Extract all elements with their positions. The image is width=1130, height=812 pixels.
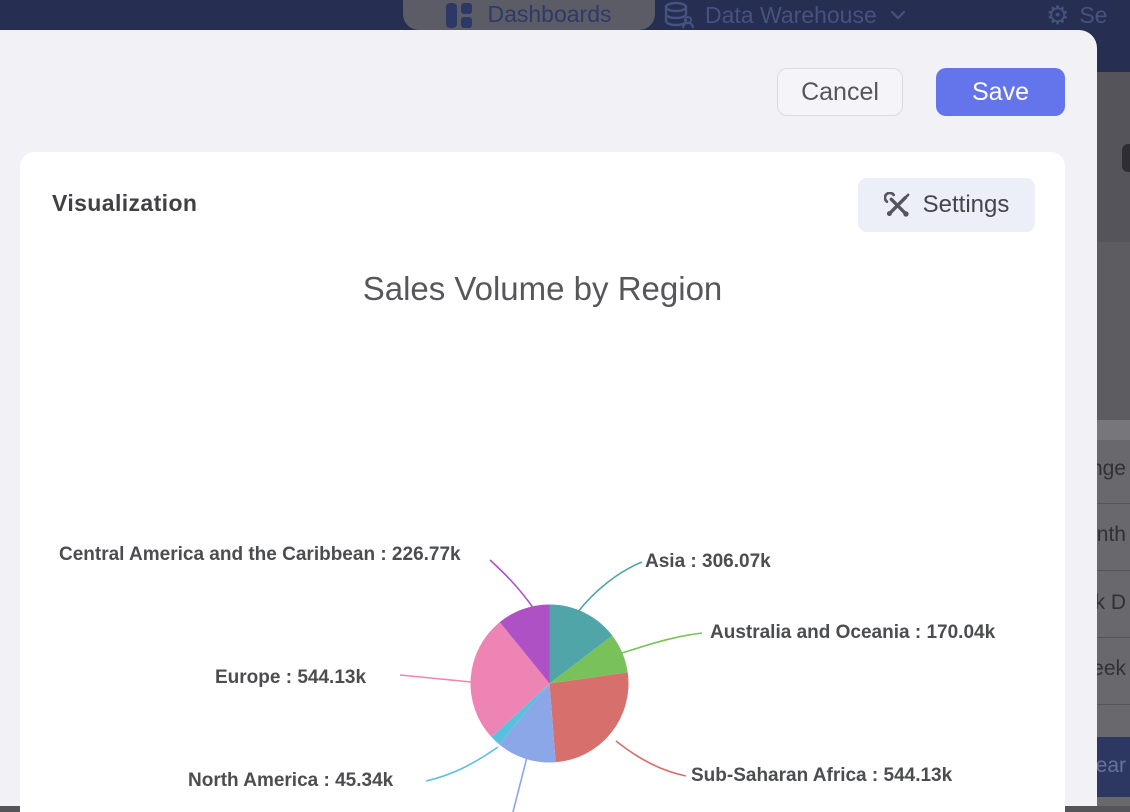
pie-label: Sub-Saharan Africa : 544.13k: [691, 764, 952, 787]
pie-leader-line: [400, 675, 471, 682]
pie-label: Central America and the Caribbean : 226.…: [59, 543, 477, 566]
nav-item-data-warehouse-label: Data Warehouse: [705, 2, 877, 29]
pie-slice[interactable]: [550, 672, 629, 762]
background-dark-button-edge: [1122, 144, 1130, 172]
pie-label: North America : 45.34k: [188, 769, 393, 792]
nav-item-settings-partial-label: Se: [1079, 2, 1107, 29]
visualization-card: Visualization Settings Sales Volume by R…: [20, 152, 1065, 812]
pie-leader-line: [490, 560, 534, 609]
screen: Dashboards Data Warehouse ⚙ Se: [0, 0, 1130, 806]
save-button[interactable]: Save: [936, 68, 1065, 116]
pie-label: Australia and Oceania : 170.04k: [710, 621, 995, 644]
visualization-editor-modal: Cancel Save Visualization Settings Sales…: [0, 30, 1097, 806]
nav-item-data-warehouse[interactable]: Data Warehouse: [663, 0, 905, 30]
pie-label: Asia : 306.07k: [645, 550, 771, 573]
nav-item-settings[interactable]: ⚙ Se: [1046, 0, 1107, 30]
dimmed-background-strip: ngenthk Deekear: [1097, 72, 1130, 806]
chevron-down-icon: [891, 11, 905, 20]
pie-leader-line: [577, 562, 642, 613]
pie-leader-line: [622, 633, 702, 653]
database-user-icon: [663, 1, 695, 29]
dashboards-icon: [446, 3, 473, 28]
pie-leader-line: [426, 747, 498, 781]
pie-label: Europe : 544.13k: [215, 666, 366, 689]
pie-leader-line: [513, 757, 527, 812]
pie-chart: [20, 152, 1065, 812]
nav-tab-dashboards-label: Dashboards: [487, 0, 611, 28]
gear-icon: ⚙: [1046, 2, 1069, 28]
pie-leader-line: [616, 741, 686, 776]
cancel-button[interactable]: Cancel: [777, 68, 903, 116]
nav-tab-dashboards[interactable]: Dashboards: [403, 0, 655, 30]
